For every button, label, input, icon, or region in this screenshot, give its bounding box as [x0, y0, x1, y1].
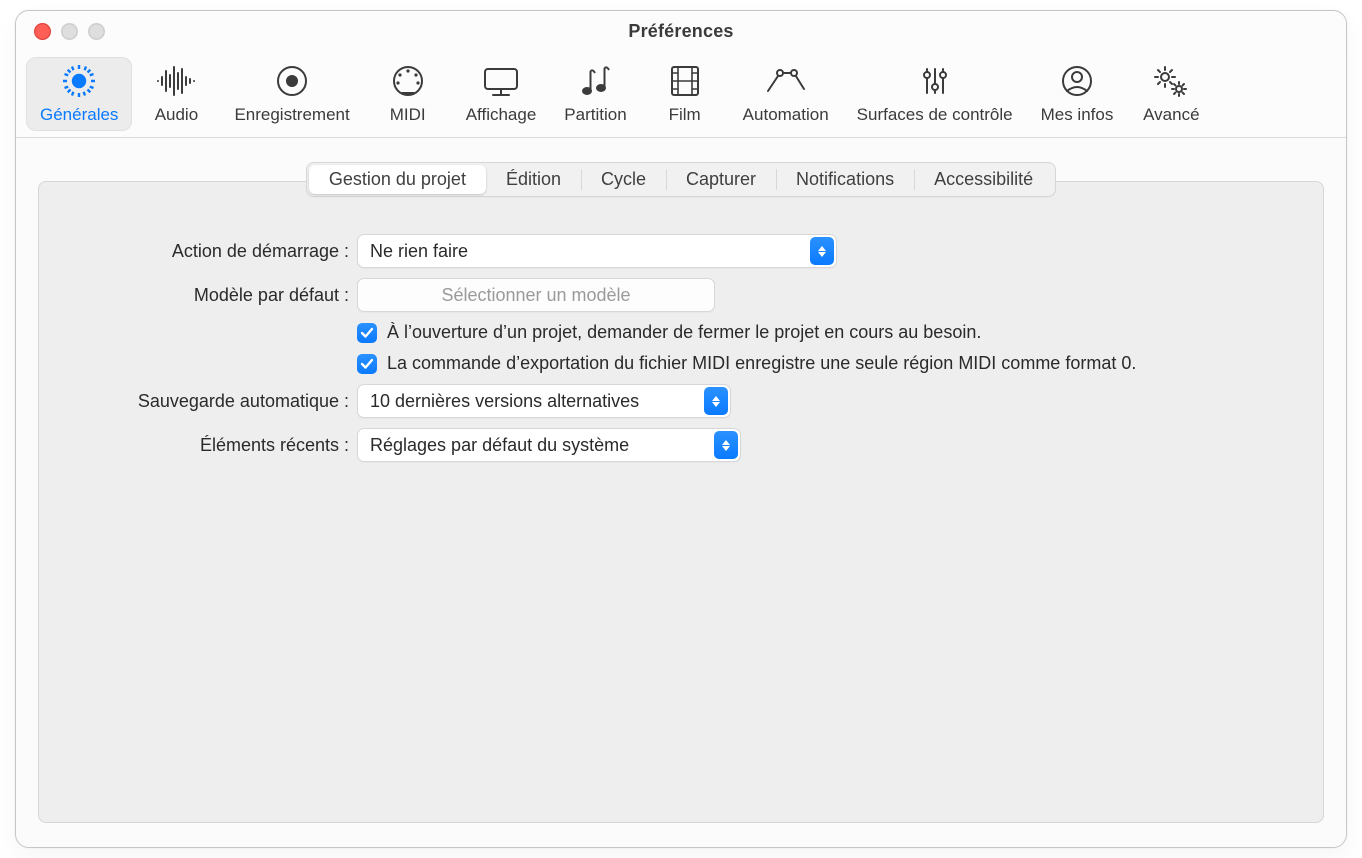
popup-stepper-icon [714, 431, 738, 459]
startup-action-label: Action de démarrage : [59, 241, 357, 262]
toolbar-tab-label: Surfaces de contrôle [857, 105, 1013, 125]
toolbar-tab-label: Audio [155, 105, 198, 125]
recent-items-value: Réglages par défaut du système [370, 435, 629, 456]
close-window-button[interactable] [34, 23, 51, 40]
subtab-accessibilite[interactable]: Accessibilité [914, 165, 1053, 194]
toolbar-tab-audio[interactable]: Audio [132, 57, 220, 131]
toolbar-tab-label: Affichage [466, 105, 537, 125]
row-auto-backup: Sauvegarde automatique : 10 dernières ve… [59, 384, 1303, 418]
toolbar: Générales [16, 51, 1346, 138]
recent-items-label: Éléments récents : [59, 435, 357, 456]
auto-backup-popup[interactable]: 10 dernières versions alternatives [357, 384, 731, 418]
auto-backup-value: 10 dernières versions alternatives [370, 391, 639, 412]
user-circle-icon [1057, 61, 1097, 101]
toolbar-tab-label: Enregistrement [234, 105, 349, 125]
row-startup-action: Action de démarrage : Ne rien faire [59, 234, 1303, 268]
titlebar: Préférences [16, 11, 1346, 51]
ask-close-project-label: À l’ouverture d’un projet, demander de f… [387, 322, 981, 343]
subtab-bar: Gestion du projet Édition Cycle Capturer… [38, 162, 1324, 197]
select-template-button[interactable]: Sélectionner un modèle [357, 278, 715, 312]
minimize-window-button[interactable] [61, 23, 78, 40]
subtab-segmented: Gestion du projet Édition Cycle Capturer… [306, 162, 1056, 197]
toolbar-tab-affichage[interactable]: Affichage [452, 57, 551, 131]
waveform-icon [154, 61, 198, 101]
subtab-notifications[interactable]: Notifications [776, 165, 914, 194]
toolbar-tab-enregistrement[interactable]: Enregistrement [220, 57, 363, 131]
toolbar-tab-label: Mes infos [1041, 105, 1114, 125]
content-area: Gestion du projet Édition Cycle Capturer… [16, 138, 1346, 847]
popup-stepper-icon [704, 387, 728, 415]
toolbar-tab-label: Générales [40, 105, 118, 125]
startup-action-popup[interactable]: Ne rien faire [357, 234, 837, 268]
toolbar-tab-film[interactable]: Film [641, 57, 729, 131]
settings-panel: Action de démarrage : Ne rien faire Modè… [38, 181, 1324, 823]
zoom-window-button[interactable] [88, 23, 105, 40]
toolbar-tab-label: Partition [564, 105, 626, 125]
film-icon [667, 61, 703, 101]
sliders-icon [915, 61, 955, 101]
midi-port-icon [388, 61, 428, 101]
default-template-label: Modèle par défaut : [59, 285, 357, 306]
toolbar-items: Générales [26, 57, 1336, 131]
toolbar-tab-midi[interactable]: MIDI [364, 57, 452, 131]
row-midi-format0: La commande d’exportation du fichier MID… [59, 353, 1303, 374]
window-controls [34, 23, 105, 40]
select-template-button-label: Sélectionner un modèle [441, 285, 630, 306]
subtab-capturer[interactable]: Capturer [666, 165, 776, 194]
window-title: Préférences [628, 21, 733, 42]
auto-backup-label: Sauvegarde automatique : [59, 391, 357, 412]
automation-curve-icon [764, 61, 808, 101]
ask-close-project-checkbox[interactable] [357, 323, 377, 343]
toolbar-tab-label: MIDI [390, 105, 426, 125]
toolbar-tab-label: Film [669, 105, 701, 125]
display-icon [479, 61, 523, 101]
preferences-window: Préférences Générales [15, 10, 1347, 848]
row-ask-close-project: À l’ouverture d’un projet, demander de f… [59, 322, 1303, 343]
toolbar-tab-automation[interactable]: Automation [729, 57, 843, 131]
toolbar-tab-label: Avancé [1143, 105, 1199, 125]
record-icon [272, 61, 312, 101]
gear-icon [59, 61, 99, 101]
toolbar-tab-surfaces[interactable]: Surfaces de contrôle [843, 57, 1027, 131]
music-notes-icon [575, 61, 615, 101]
toolbar-tab-mesinfos[interactable]: Mes infos [1027, 57, 1128, 131]
subtab-gestion-projet[interactable]: Gestion du projet [309, 165, 486, 194]
popup-stepper-icon [810, 237, 834, 265]
recent-items-popup[interactable]: Réglages par défaut du système [357, 428, 741, 462]
midi-format0-checkbox[interactable] [357, 354, 377, 374]
toolbar-tab-partition[interactable]: Partition [550, 57, 640, 131]
row-recent-items: Éléments récents : Réglages par défaut d… [59, 428, 1303, 462]
gears-icon [1149, 61, 1193, 101]
row-default-template: Modèle par défaut : Sélectionner un modè… [59, 278, 1303, 312]
subtab-cycle[interactable]: Cycle [581, 165, 666, 194]
startup-action-value: Ne rien faire [370, 241, 468, 262]
subtab-edition[interactable]: Édition [486, 165, 581, 194]
toolbar-tab-generales[interactable]: Générales [26, 57, 132, 131]
toolbar-tab-avance[interactable]: Avancé [1127, 57, 1215, 131]
midi-format0-label: La commande d’exportation du fichier MID… [387, 353, 1136, 374]
toolbar-tab-label: Automation [743, 105, 829, 125]
